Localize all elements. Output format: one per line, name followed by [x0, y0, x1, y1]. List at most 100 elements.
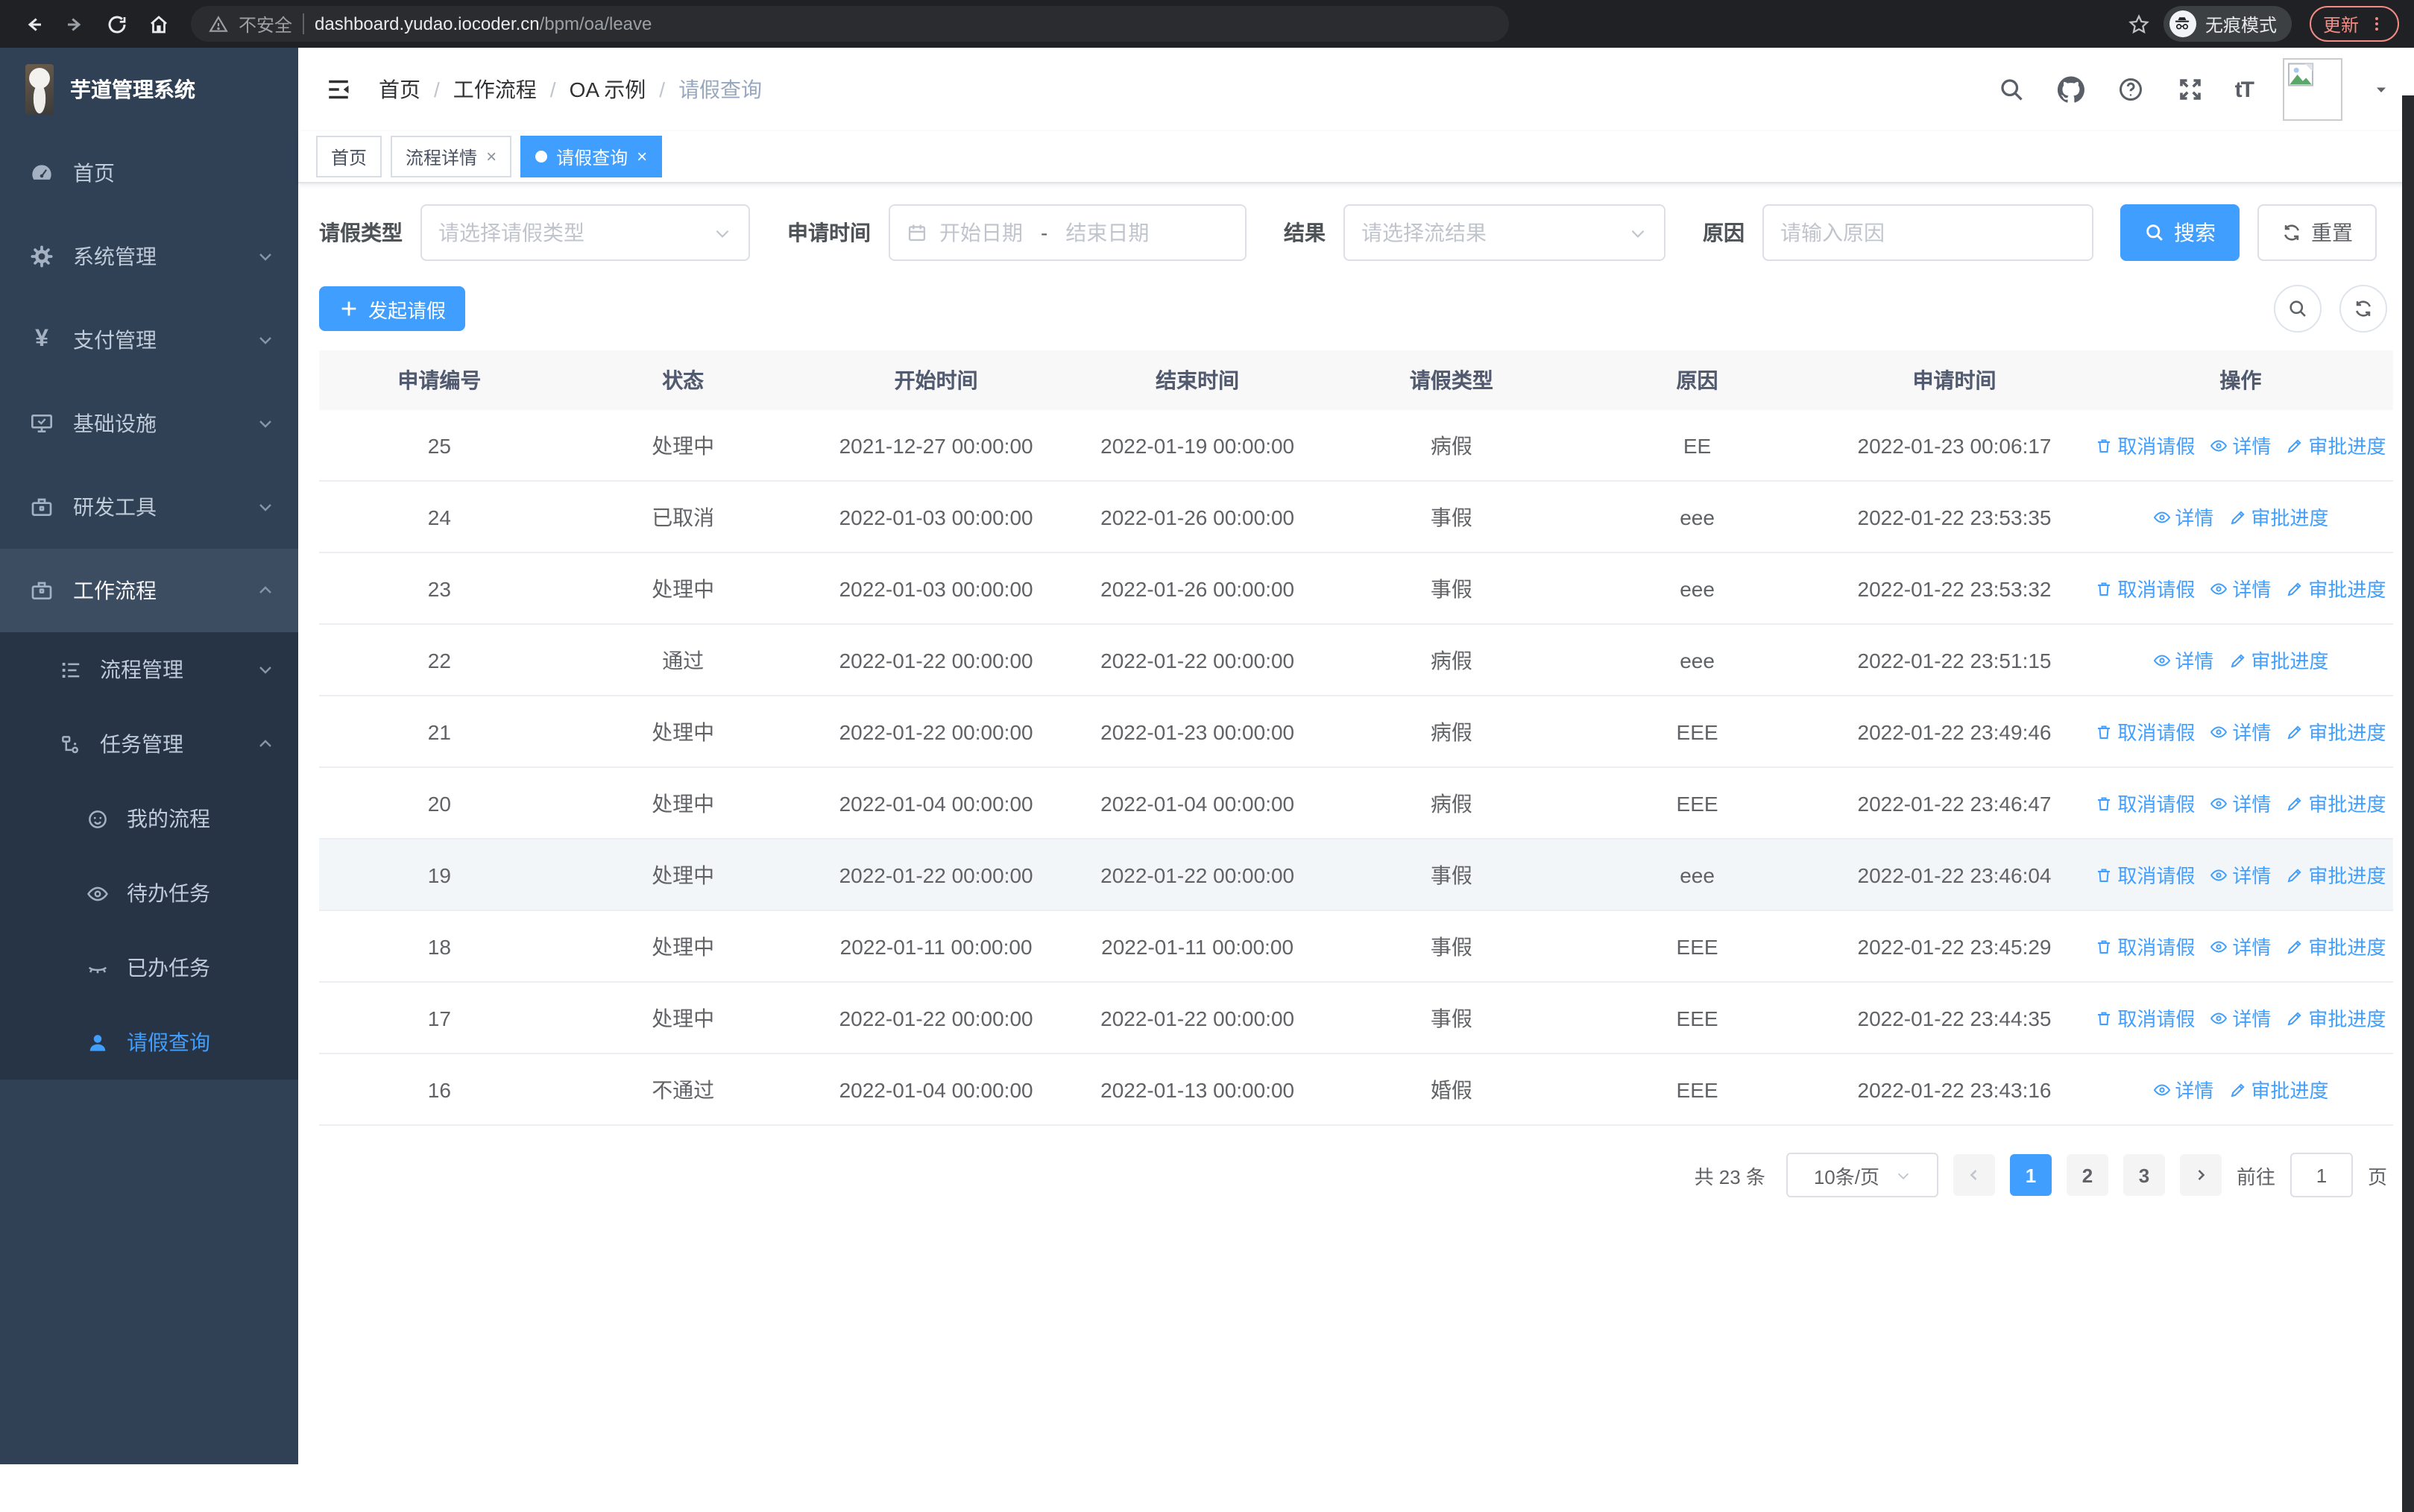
cell-end-time: 2022-01-13 00:00:00	[1100, 1077, 1295, 1101]
sidebar-item-done-tasks[interactable]: 已办任务	[0, 930, 298, 1005]
action-label: 取消请假	[2117, 1008, 2196, 1030]
github-button[interactable]	[2056, 75, 2086, 104]
forward-icon	[67, 17, 81, 31]
sidebar-item-system[interactable]: 系统管理	[0, 215, 298, 298]
bookmark-button[interactable]	[2122, 6, 2158, 42]
action-cancel-link[interactable]: 取消请假	[2095, 431, 2195, 459]
action-label: 详情	[2175, 1080, 2214, 1102]
action-progress-link[interactable]: 审批进度	[2286, 1004, 2386, 1032]
sidebar-item-home[interactable]: 首页	[0, 131, 298, 215]
tab-leave-query[interactable]: 请假查询 ×	[520, 136, 663, 177]
action-detail-link[interactable]: 详情	[2210, 431, 2271, 459]
action-progress-link[interactable]: 审批进度	[2286, 574, 2386, 602]
browser-scrollbar[interactable]	[2402, 95, 2414, 1512]
avatar[interactable]	[2283, 58, 2342, 121]
result-select[interactable]: 请选择流结果	[1343, 204, 1665, 261]
action-detail-link[interactable]: 详情	[2152, 646, 2213, 674]
tab-home[interactable]: 首页	[316, 136, 382, 177]
action-progress-link[interactable]: 审批进度	[2228, 503, 2328, 531]
fullscreen-button[interactable]	[2175, 75, 2205, 104]
action-progress-link[interactable]: 审批进度	[2286, 717, 2386, 746]
edit-pen-icon	[2287, 1011, 2302, 1025]
sidebar-item-infrastructure[interactable]: 基础设施	[0, 382, 298, 465]
update-button[interactable]: 更新	[2309, 6, 2399, 42]
action-detail-link[interactable]: 详情	[2152, 1075, 2213, 1103]
sidebar-item-payment[interactable]: ¥ 支付管理	[0, 298, 298, 382]
sidebar-item-devtools[interactable]: 研发工具	[0, 465, 298, 549]
kebab-menu-icon[interactable]	[2368, 15, 2386, 33]
action-cancel-link[interactable]: 取消请假	[2095, 932, 2195, 960]
row-actions: 详情 审批进度	[2088, 503, 2393, 531]
action-progress-link[interactable]: 审批进度	[2286, 789, 2386, 817]
back-button[interactable]	[15, 6, 51, 42]
action-detail-link[interactable]: 详情	[2210, 932, 2271, 960]
search-button[interactable]	[1997, 75, 2026, 104]
refresh-table-button[interactable]	[2339, 285, 2387, 333]
toggle-search-button[interactable]	[2274, 285, 2322, 333]
help-button[interactable]	[2116, 75, 2146, 104]
sidebar-item-task-management[interactable]: 任务管理	[0, 707, 298, 781]
reset-button[interactable]: 重置	[2257, 204, 2377, 261]
leave-type-select[interactable]: 请选择请假类型	[420, 204, 750, 261]
action-progress-link[interactable]: 审批进度	[2286, 431, 2386, 459]
action-detail-link[interactable]: 详情	[2210, 789, 2271, 817]
breadcrumb-oa-example[interactable]: OA 示例	[570, 75, 646, 104]
table-tools	[2274, 285, 2393, 333]
action-cancel-link[interactable]: 取消请假	[2095, 1004, 2195, 1032]
sidebar-item-workflow[interactable]: 工作流程	[0, 549, 298, 632]
caret-down-icon	[2377, 87, 2386, 92]
prev-page-button[interactable]	[1953, 1154, 1995, 1196]
user-menu-caret[interactable]	[2372, 81, 2390, 98]
address-bar[interactable]: 不安全 dashboard.yudao.iocoder.cn/bpm/oa/le…	[191, 6, 1509, 42]
action-detail-link[interactable]: 详情	[2152, 503, 2213, 531]
close-icon[interactable]: ×	[637, 146, 647, 167]
action-cancel-link[interactable]: 取消请假	[2095, 789, 2195, 817]
action-progress-link[interactable]: 审批进度	[2228, 646, 2328, 674]
monitor-icon	[30, 412, 54, 435]
sidebar-item-label: 任务管理	[100, 732, 183, 756]
action-cancel-link[interactable]: 取消请假	[2095, 860, 2195, 889]
close-icon[interactable]: ×	[486, 146, 497, 167]
forward-button[interactable]	[57, 6, 92, 42]
action-progress-link[interactable]: 审批进度	[2286, 860, 2386, 889]
action-cancel-link[interactable]: 取消请假	[2095, 574, 2195, 602]
sidebar-item-leave-query[interactable]: 请假查询	[0, 1005, 298, 1080]
action-detail-link[interactable]: 详情	[2210, 717, 2271, 746]
action-progress-link[interactable]: 审批进度	[2228, 1075, 2328, 1103]
sidebar-item-my-process[interactable]: 我的流程	[0, 781, 298, 856]
page-button-1[interactable]: 1	[2009, 1154, 2052, 1196]
next-page-button[interactable]	[2179, 1154, 2222, 1196]
page-button-2[interactable]: 2	[2066, 1154, 2108, 1196]
app-logo[interactable]: 芋道管理系统	[0, 48, 298, 131]
cell-leave-type: 病假	[1430, 648, 1472, 672]
action-detail-link[interactable]: 详情	[2210, 574, 2271, 602]
sidebar-item-todo-tasks[interactable]: 待办任务	[0, 856, 298, 930]
sidebar-item-process-management[interactable]: 流程管理	[0, 632, 298, 707]
page-button-3[interactable]: 3	[2123, 1154, 2165, 1196]
action-label: 取消请假	[2117, 722, 2196, 744]
sidebar-item-label: 首页	[73, 161, 115, 185]
tab-process-detail[interactable]: 流程详情 ×	[391, 136, 512, 177]
breadcrumb-workflow[interactable]: 工作流程	[453, 75, 537, 104]
sidebar-collapse-button[interactable]	[322, 73, 355, 106]
cell-start-time: 2022-01-03 00:00:00	[839, 505, 1033, 529]
cell-id: 17	[427, 1006, 451, 1030]
action-label: 取消请假	[2117, 793, 2196, 816]
search-button-form[interactable]: 搜索	[2120, 204, 2240, 261]
breadcrumb-home[interactable]: 首页	[379, 75, 420, 104]
home-button[interactable]	[140, 6, 176, 42]
page-size-select[interactable]: 10条/页	[1786, 1153, 1938, 1197]
apply-time-range-picker[interactable]: 开始日期 - 结束日期	[889, 204, 1247, 261]
reload-button[interactable]	[98, 6, 134, 42]
breadcrumb: 首页 / 工作流程 / OA 示例 / 请假查询	[379, 75, 762, 104]
action-detail-link[interactable]: 详情	[2210, 1004, 2271, 1032]
smiley-face-icon	[86, 807, 109, 830]
create-leave-button[interactable]: 发起请假	[319, 286, 466, 331]
goto-page-input[interactable]: 1	[2289, 1153, 2353, 1197]
reason-input[interactable]: 请输入原因	[1762, 204, 2093, 261]
action-cancel-link[interactable]: 取消请假	[2095, 717, 2195, 746]
font-size-button[interactable]: tT	[2235, 77, 2254, 102]
trash-icon	[2098, 582, 2111, 595]
action-progress-link[interactable]: 审批进度	[2286, 932, 2386, 960]
action-detail-link[interactable]: 详情	[2210, 860, 2271, 889]
